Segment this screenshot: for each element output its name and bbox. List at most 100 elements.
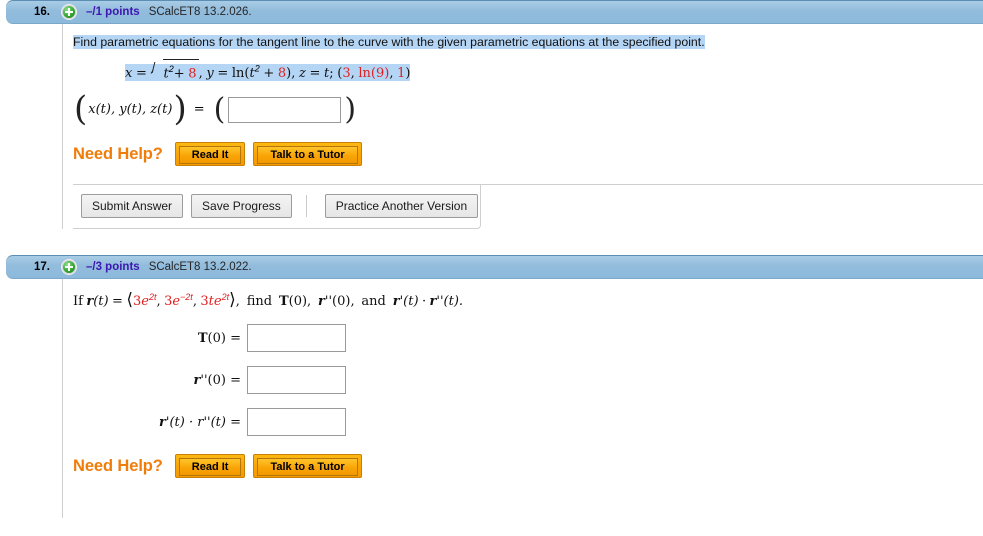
answer-input-dot-product[interactable] [247,408,346,437]
radicand-plus: + [173,66,185,82]
assignment-page: 16. –/1 points SCalcET8 13.2.026. Find p… [0,0,983,536]
talk-to-tutor-button-16[interactable]: Talk to a Tutor [253,142,362,167]
prompt-rpp: r [318,294,325,310]
need-help-label: Need Help? [73,456,163,475]
close-angle-bracket: ⟩ [229,290,236,311]
prompt-and: and [361,294,386,310]
answer-input-16[interactable] [228,96,342,123]
open-angle-bracket: ⟨ [126,290,133,311]
question-equation-16: x = t2+ 8, y = ln(t2 + 8), z = t; (3, ln… [63,50,983,83]
eq-semicolon: ; [329,66,334,82]
prompt-rpp-mark: '' [324,294,333,310]
prompt-rp-arg: (t) [403,294,419,310]
question-number: 16. [34,6,50,18]
eq-z-label: z [298,66,306,82]
point-close-paren: ) [405,66,411,82]
talk-to-tutor-button-17[interactable]: Talk to a Tutor [253,454,362,479]
point-x: 3 [342,66,351,82]
prompt-rpp-arg: (0), [332,294,355,310]
comp-comma-1: , [156,294,161,310]
point-comma-2: , [389,66,394,82]
prompt-dot: · [421,294,427,310]
field-row-rpp0: r''(0) = [63,352,983,395]
field-label-rest: '(t) · r''(t) = [165,414,241,430]
field-label-bold: T [197,330,208,346]
question-code: SCalcET8 13.2.022. [148,261,252,274]
field-label-bold: r [159,414,166,430]
question-points: –/3 points [86,261,140,274]
talk-to-tutor-label: Talk to a Tutor [257,146,358,165]
prompt-rpp2-arg: (t). [443,294,464,310]
prompt-of-t: (t) [93,294,109,310]
question-body-17: If r(t) = ⟨3e2t, 3e−2t, 3te2t⟩, find T(0… [62,279,983,519]
button-separator [305,195,307,218]
need-help-row-17: Need Help? Read It Talk to a Tutor [63,436,983,479]
field-label-dot-product: r'(t) · r''(t) = [73,415,247,430]
eq-x-label: x [125,66,133,82]
right-paren-input: ) [344,92,357,128]
ln-plus: + [263,66,275,82]
left-paren-input: ( [213,92,226,128]
comp-comma-2: , [192,294,197,310]
eq-equals: = [135,66,147,82]
read-it-label: Read It [178,458,242,477]
point-comma-1: , [350,66,355,82]
comp1-e: e [141,294,149,310]
radicand-constant: 8 [188,66,197,82]
field-label-rpp0: r''(0) = [73,373,247,388]
prompt-rpp2-mark: '' [436,294,444,310]
read-it-button-17[interactable]: Read It [174,454,246,479]
eq-comma-1: , [198,66,203,82]
question-header-17: 17. –/3 points SCalcET8 13.2.022. [6,255,983,280]
save-progress-button[interactable]: Save Progress [191,194,292,219]
sqrt-symbol: t2+ 8 [151,59,199,83]
field-label-rest: ''(0) = [200,372,241,388]
field-label-T0: T(0) = [73,331,247,346]
prompt-rp: r [392,294,400,310]
left-paren-outer: ( [74,89,88,130]
question-block-16: 16. –/1 points SCalcET8 13.2.026. Find p… [0,0,983,230]
prompt-T-arg: (0), [288,294,312,310]
question-prompt-wrap: Find parametric equations for the tangen… [63,24,983,50]
point-ln: ln(9) [358,66,390,82]
answer-input-rpp0[interactable] [247,366,346,395]
comp3-exponent: 2t [221,292,230,303]
prompt-find: find [246,294,273,310]
question-block-17: 17. –/3 points SCalcET8 13.2.022. If r(t… [0,255,983,519]
question-points: –/1 points [86,6,140,18]
eq-equals-3: = [309,66,321,82]
question-body-16: Find parametric equations for the tangen… [62,24,983,230]
field-label-rest: (0) = [207,330,241,346]
right-paren-outer: ) [173,89,187,130]
answer-input-T0[interactable] [247,324,346,353]
read-it-label: Read It [178,146,242,165]
comp2-exponent: −2t [180,292,193,303]
prompt-equals: = [112,294,123,310]
comp2-e: e [172,294,181,310]
question-prompt-text: Find parametric equations for the tangen… [73,35,705,49]
question-gap [0,229,983,255]
comp1-exponent: 2t [148,292,157,303]
question-prompt-17: If r(t) = ⟨3e2t, 3e−2t, 3te2t⟩, find T(0… [63,279,983,310]
question-number: 17. [34,261,50,274]
answer-equals: = [193,102,205,118]
question-code: SCalcET8 13.2.026. [148,6,252,18]
prompt-T: T [278,294,289,310]
expand-plus-icon[interactable] [62,260,76,275]
question-header-16: 16. –/1 points SCalcET8 13.2.026. [6,0,983,24]
comp-comma-3: , [235,294,240,310]
comp3-coef: 3 [200,294,209,310]
practice-another-version-button[interactable]: Practice Another Version [324,194,479,219]
prompt-if: If [73,294,83,310]
eq-y-label: y [206,66,214,82]
expand-plus-icon[interactable] [62,5,76,19]
field-row-T0: T(0) = [63,310,983,353]
comp3-te: te [208,294,222,310]
submit-answer-button[interactable]: Submit Answer [81,194,184,219]
answer-row-16: ( x(t), y(t), z(t) ) = ( ) [63,83,983,130]
read-it-button-16[interactable]: Read It [174,142,246,167]
eq-equals-2: = [217,66,229,82]
action-bar-16: Submit Answer Save Progress Practice Ano… [73,184,983,230]
field-row-dot-product: r'(t) · r''(t) = [63,394,983,437]
answer-label: x(t), y(t), z(t) [88,102,173,118]
